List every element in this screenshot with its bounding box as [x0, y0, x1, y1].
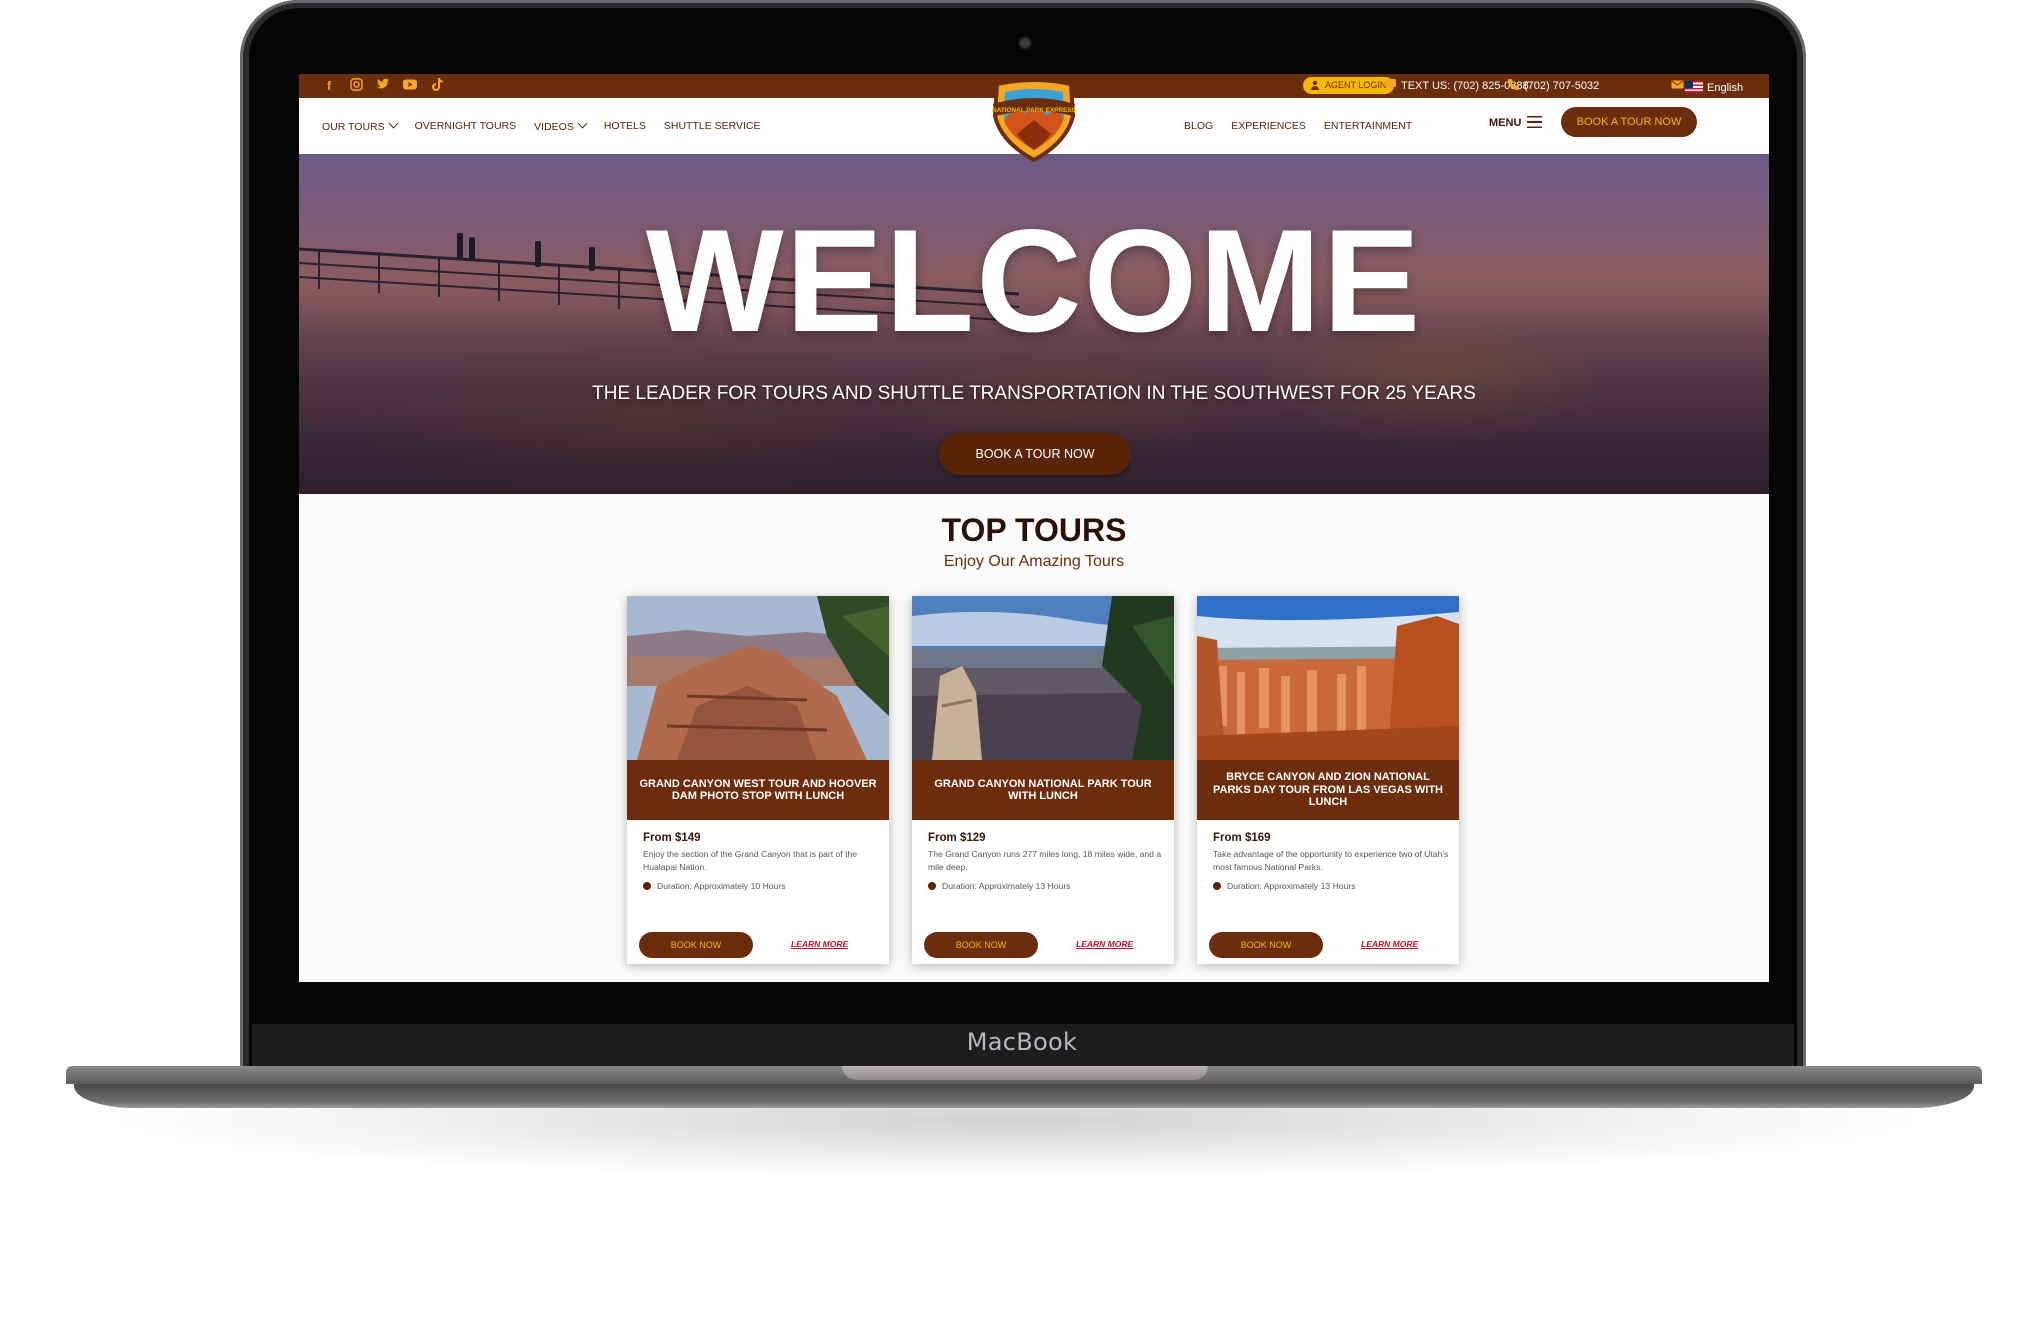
hero-banner: WELCOME THE LEADER FOR TOURS AND SHUTTLE…: [299, 154, 1769, 494]
nav-videos[interactable]: VIDEOS: [534, 118, 588, 133]
tour-card-title: BRYCE CANYON AND ZION NATIONAL PARKS DAY…: [1212, 771, 1443, 809]
book-now-button[interactable]: BOOK NOW: [924, 932, 1038, 958]
tour-card-header: GRAND CANYON WEST TOUR AND HOOVER DAM PH…: [627, 760, 889, 820]
chat-icon: [1385, 79, 1396, 90]
tour-card-title: GRAND CANYON NATIONAL PARK TOUR WITH LUN…: [934, 777, 1152, 803]
chevron-down-icon: [388, 118, 399, 128]
tour-photo-grand-canyon-national-park: [912, 596, 1174, 760]
tour-card-duration-label: Duration: Approximately 13 Hours: [942, 881, 1071, 891]
tour-card-header: BRYCE CANYON AND ZION NATIONAL PARKS DAY…: [1197, 760, 1459, 820]
language-selector[interactable]: English: [1685, 80, 1743, 96]
phone-link[interactable]: (702) 707-5032: [1507, 74, 1599, 98]
nav-left-group: OUR TOURS OVERNIGHT TOURS VIDEOS HOTELS …: [322, 98, 761, 154]
nav-shuttle-service[interactable]: SHUTTLE SERVICE: [664, 120, 761, 132]
language-label: English: [1707, 82, 1744, 94]
macbook-notch: [842, 1066, 1208, 1080]
nav-entertainment[interactable]: ENTERTAINMENT: [1324, 120, 1412, 132]
camera-icon: [1020, 38, 1030, 48]
tour-card: GRAND CANYON WEST TOUR AND HOOVER DAM PH…: [627, 596, 889, 964]
nav-overnight-tours[interactable]: OVERNIGHT TOURS: [415, 120, 517, 132]
tour-card-price: From $169: [1213, 832, 1271, 844]
menu-button[interactable]: MENU: [1489, 116, 1543, 129]
nav-our-tours-label: OUR TOURS: [322, 120, 385, 133]
tour-card-header: GRAND CANYON NATIONAL PARK TOUR WITH LUN…: [912, 760, 1174, 820]
tour-card: BRYCE CANYON AND ZION NATIONAL PARKS DAY…: [1197, 596, 1459, 964]
instagram-icon[interactable]: [348, 78, 364, 94]
tour-photo-bryce-canyon: [1197, 596, 1459, 760]
learn-more-link[interactable]: LEARN MORE: [1361, 939, 1418, 949]
website-screen: f AGENT LOGIN TEXT US: (702) 825-0388 (7…: [299, 74, 1769, 982]
tour-card-description: Enjoy the section of the Grand Canyon th…: [643, 849, 858, 872]
tour-card-duration-label: Duration: Approximately 10 Hours: [657, 881, 786, 891]
tour-card-description: Take advantage of the opportunity to exp…: [1213, 849, 1449, 872]
tour-card-description: The Grand Canyon runs 277 miles long, 18…: [928, 849, 1162, 872]
social-links: f: [321, 78, 445, 94]
book-now-button[interactable]: BOOK NOW: [639, 932, 753, 958]
tour-photo-grand-canyon-west: [627, 596, 889, 760]
nav-hotels[interactable]: HOTELS: [604, 120, 646, 132]
tour-card-price: From $149: [643, 832, 701, 844]
learn-more-link[interactable]: LEARN MORE: [791, 939, 848, 949]
tour-card-duration: Duration: Approximately 10 Hours: [643, 880, 786, 892]
hero-book-tour-button[interactable]: BOOK A TOUR NOW: [939, 433, 1131, 475]
logo-text: NATIONAL PARK EXPRESS: [992, 107, 1077, 114]
twitter-icon[interactable]: [375, 78, 391, 94]
nav-experiences[interactable]: EXPERIENCES: [1231, 120, 1306, 132]
tour-card-duration: Duration: Approximately 13 Hours: [1213, 880, 1356, 892]
youtube-icon[interactable]: [402, 78, 418, 94]
macbook-base-bottom: [74, 1084, 1974, 1108]
tour-card: GRAND CANYON NATIONAL PARK TOUR WITH LUN…: [912, 596, 1174, 964]
facebook-icon[interactable]: f: [321, 78, 337, 94]
tour-card-price: From $129: [928, 832, 986, 844]
hero-subtitle: THE LEADER FOR TOURS AND SHUTTLE TRANSPO…: [592, 383, 1476, 404]
clock-icon: [1213, 882, 1221, 890]
chevron-down-icon: [577, 118, 588, 128]
tiktok-icon[interactable]: [429, 78, 445, 94]
user-icon: [1311, 80, 1319, 90]
nav-videos-label: VIDEOS: [534, 120, 574, 133]
national-park-express-logo[interactable]: NATIONAL PARK EXPRESS: [987, 76, 1081, 162]
nav-blog[interactable]: BLOG: [1184, 120, 1213, 132]
menu-label: MENU: [1489, 117, 1522, 129]
nav-book-tour-button[interactable]: BOOK A TOUR NOW: [1561, 107, 1697, 137]
top-tours-title: TOP TOURS: [941, 512, 1127, 548]
tour-card-duration: Duration: Approximately 13 Hours: [928, 880, 1071, 892]
macbook-brand-label: MacBook: [966, 1028, 1078, 1056]
agent-login-label: AGENT LOGIN: [1325, 80, 1387, 90]
book-now-button[interactable]: BOOK NOW: [1209, 932, 1323, 958]
phone-label: (702) 707-5032: [1524, 80, 1600, 92]
agent-login-button[interactable]: AGENT LOGIN: [1303, 77, 1395, 94]
mail-icon: [1671, 80, 1684, 89]
phone-icon: [1507, 78, 1520, 91]
us-flag-icon: [1685, 81, 1703, 93]
nav-right-group: BLOG EXPERIENCES ENTERTAINMENT: [1184, 98, 1412, 154]
hamburger-icon: [1527, 116, 1543, 128]
nav-our-tours[interactable]: OUR TOURS: [322, 118, 399, 133]
top-tours-subtitle: Enjoy Our Amazing Tours: [943, 553, 1125, 570]
clock-icon: [928, 882, 936, 890]
clock-icon: [643, 882, 651, 890]
tour-card-duration-label: Duration: Approximately 13 Hours: [1227, 881, 1356, 891]
learn-more-link[interactable]: LEARN MORE: [1076, 939, 1133, 949]
tour-card-title: GRAND CANYON WEST TOUR AND HOOVER DAM PH…: [639, 777, 877, 803]
hero-title: WELCOME: [645, 199, 1423, 362]
